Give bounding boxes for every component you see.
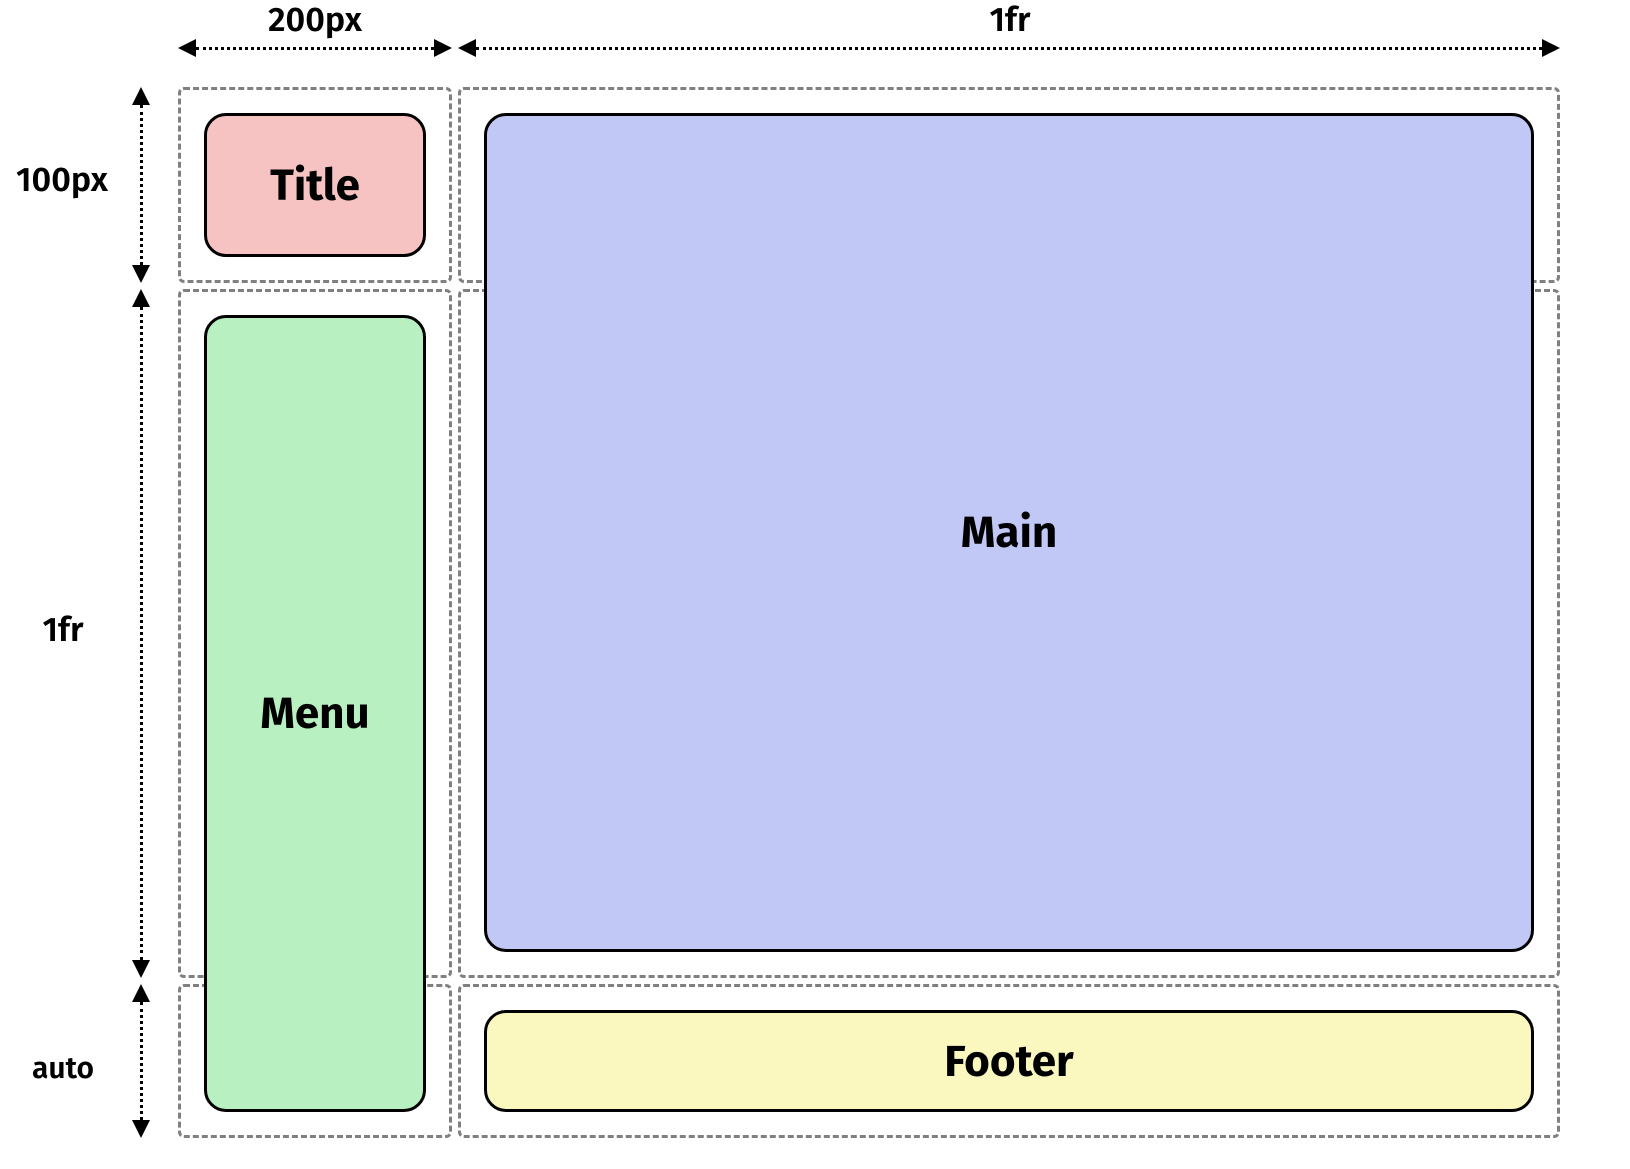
col2-dim-line (476, 47, 1542, 50)
col1-width-label: 200px (180, 0, 450, 41)
col1-dim-line (196, 47, 434, 50)
row2-dim-arrow-up (132, 289, 150, 307)
region-menu-label: Menu (260, 687, 369, 740)
col1-dim-arrow-left (178, 39, 196, 57)
col2-dim-arrow-right (1542, 39, 1560, 57)
col1-dim-arrow-right (434, 39, 452, 57)
row1-dim-arrow-down (132, 265, 150, 283)
region-main-label: Main (961, 506, 1058, 559)
row3-dim-arrow-up (132, 984, 150, 1002)
region-main: Main (484, 113, 1534, 952)
grid-layout-diagram: 200px 1fr 100px 1fr auto Title Menu Main… (0, 0, 1630, 1169)
row1-dim-arrow-up (132, 87, 150, 105)
region-footer-label: Footer (944, 1035, 1073, 1088)
row2-dim-line (140, 307, 143, 960)
region-footer: Footer (484, 1010, 1534, 1112)
row1-height-label: 100px (2, 160, 122, 201)
region-title-label: Title (270, 159, 360, 212)
row2-dim-arrow-down (132, 960, 150, 978)
row3-dim-line (140, 1002, 143, 1120)
col2-dim-arrow-left (458, 39, 476, 57)
row2-height-label: 1fr (18, 610, 108, 651)
region-menu: Menu (204, 315, 426, 1112)
row3-height-label: auto (18, 1050, 108, 1086)
col2-width-label: 1fr (460, 0, 1560, 41)
region-title: Title (204, 113, 426, 257)
row3-dim-arrow-down (132, 1120, 150, 1138)
row1-dim-line (140, 105, 143, 265)
